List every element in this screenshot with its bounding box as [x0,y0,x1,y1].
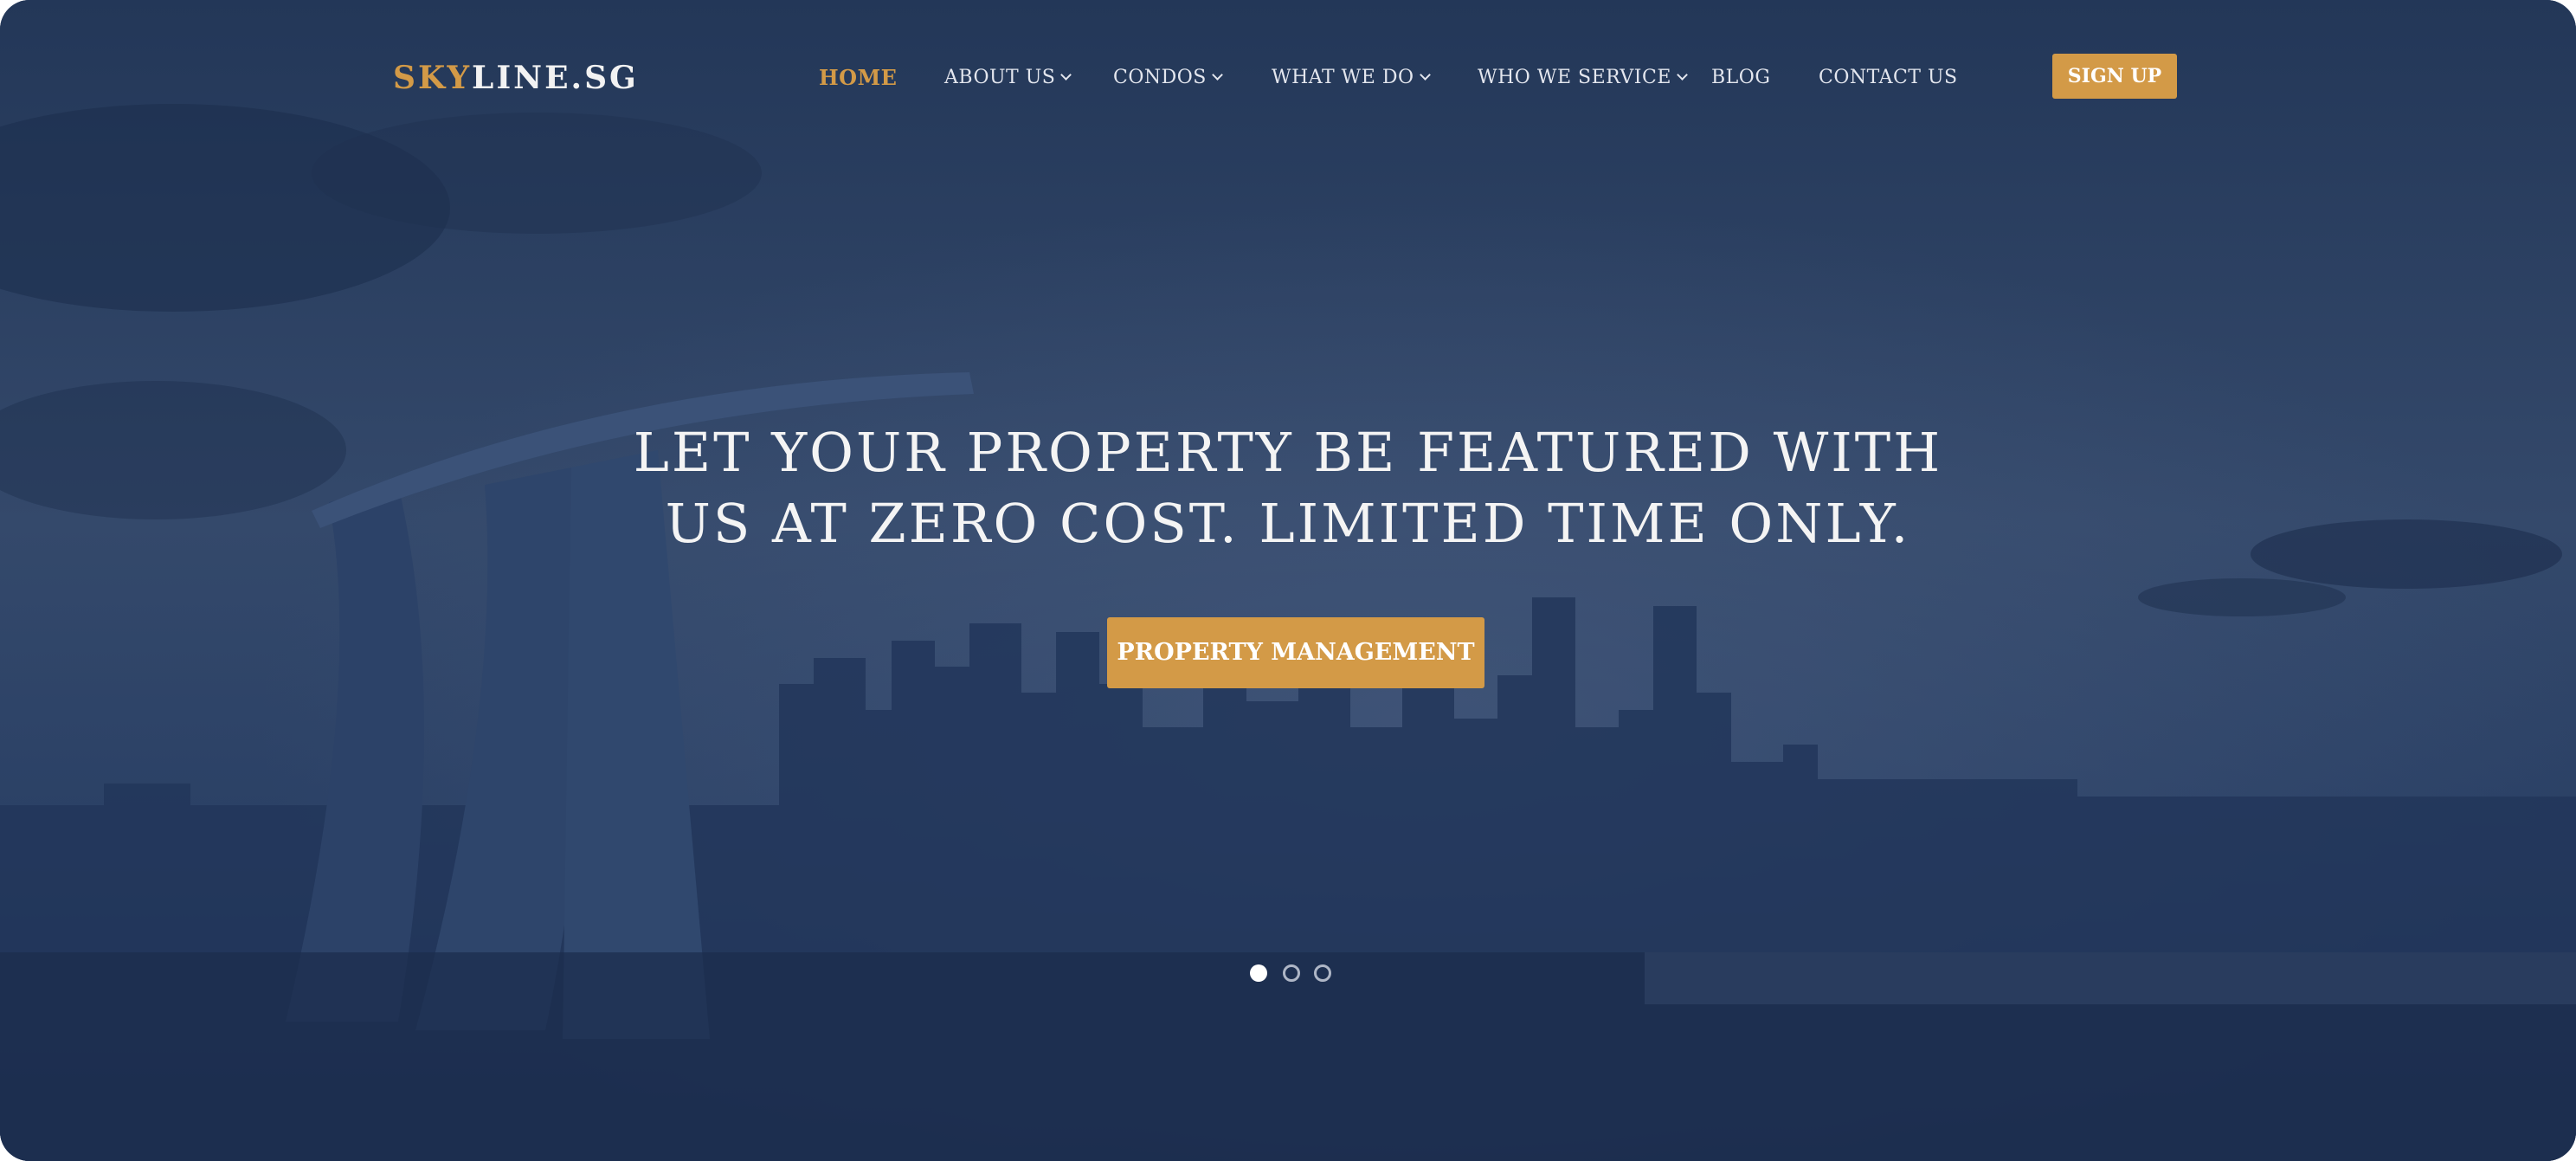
carousel-dot-3[interactable] [1314,964,1331,982]
hero-background-image [0,0,2576,1161]
chevron-down-icon [1677,69,1688,81]
hero-headline: LET YOUR PROPERTY BE FEATURED WITH US AT… [596,417,1980,559]
nav-item-label: CONTACT US [1819,67,1958,88]
nav-item-what-we-do[interactable]: WHAT WE DO [1272,62,1431,94]
nav-item-label: WHAT WE DO [1272,67,1414,88]
hero-headline-line-2: US AT ZERO COST. LIMITED TIME ONLY. [665,492,1911,555]
logo-accent: SKY [393,60,473,96]
property-management-button[interactable]: PROPERTY MANAGEMENT [1107,617,1484,688]
site-logo[interactable]: SKYLINE.SG [393,57,639,99]
nav-item-condos[interactable]: CONDOS [1113,62,1223,94]
carousel-pagination [1250,964,1336,984]
carousel-dot-2[interactable] [1283,964,1300,982]
nav-item-label: HOME [819,65,898,90]
nav-item-about-us[interactable]: ABOUT US [944,62,1072,94]
chevron-down-icon [1060,69,1072,81]
nav-item-blog[interactable]: BLOG [1711,62,1770,94]
nav-item-label: WHO WE SERVICE [1478,67,1671,88]
chevron-down-icon [1212,69,1223,81]
nav-item-who-we-service[interactable]: WHO WE SERVICE [1478,62,1688,94]
logo-text: LINE.SG [472,60,639,96]
carousel-dot-1[interactable] [1250,964,1267,982]
hero-section: SKYLINE.SG HOME ABOUT US CONDOS WHAT WE … [0,0,2576,1161]
chevron-down-icon [1419,69,1431,81]
nav-item-home[interactable]: HOME [819,62,897,94]
nav-item-label: ABOUT US [944,67,1056,88]
nav-item-label: BLOG [1711,67,1771,88]
hero-headline-line-1: LET YOUR PROPERTY BE FEATURED WITH [633,421,1943,484]
nav-item-label: CONDOS [1113,67,1207,88]
sign-up-button[interactable]: SIGN UP [2052,54,2177,99]
top-navigation: SKYLINE.SG HOME ABOUT US CONDOS WHAT WE … [0,0,2576,156]
nav-item-contact-us[interactable]: CONTACT US [1819,62,1958,94]
